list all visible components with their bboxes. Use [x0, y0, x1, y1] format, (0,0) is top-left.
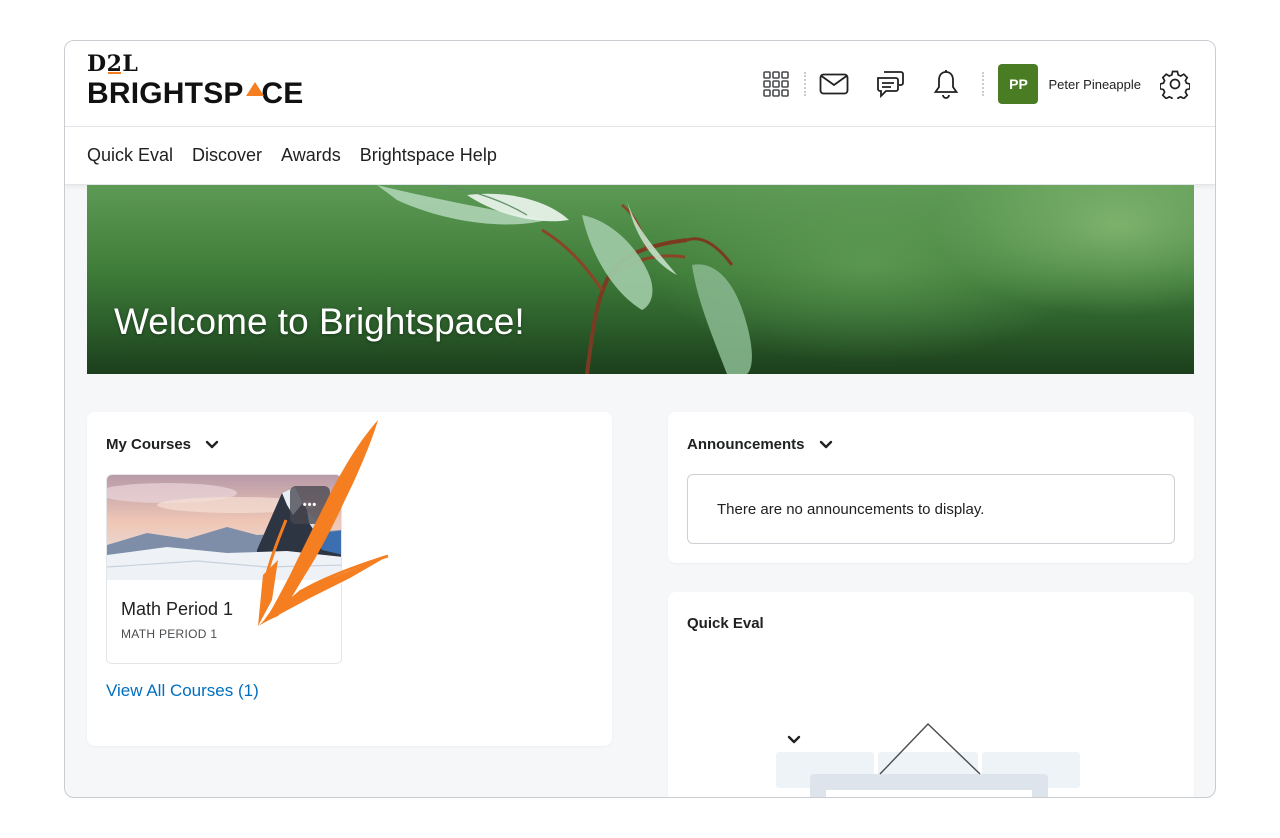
d2l-wordmark: D2L — [87, 53, 303, 75]
announcements-header: Announcements — [687, 436, 833, 453]
course-more-options-button[interactable]: ••• — [290, 486, 330, 524]
welcome-banner: Welcome to Brightspace! — [87, 185, 1194, 374]
my-courses-widget: My Courses ••• Math Period 1 MATH PERIOD… — [87, 412, 612, 746]
quick-eval-illustration — [776, 723, 1080, 797]
banner-title: Welcome to Brightspace! — [114, 301, 525, 342]
banner-plant-image — [377, 185, 752, 374]
toolbar-separator — [982, 72, 985, 96]
brightspace-logo[interactable]: D2L BRIGHTSP^CE — [87, 53, 303, 110]
top-header: D2L BRIGHTSP^CE — [65, 41, 1215, 127]
logo-letter: 2 — [106, 51, 123, 77]
quick-eval-header: Quick Eval — [687, 615, 801, 744]
view-all-courses-link[interactable]: View All Courses (1) — [106, 681, 259, 701]
course-card-math-period-1[interactable]: ••• Math Period 1 MATH PERIOD 1 — [106, 474, 342, 664]
main-nav: Quick Eval Discover Awards Brightspace H… — [65, 127, 1215, 185]
mail-icon[interactable] — [814, 64, 854, 104]
logo-text: CE — [261, 77, 304, 110]
user-name[interactable]: Peter Pineapple — [1048, 77, 1141, 92]
logo-text: BRIGHTSP — [87, 77, 244, 110]
gear-icon[interactable] — [1155, 64, 1195, 104]
chevron-down-icon[interactable] — [205, 440, 219, 449]
announcements-widget: Announcements There are no announcements… — [668, 412, 1194, 563]
quick-eval-widget: Quick Eval — [668, 592, 1194, 797]
quick-eval-heading: Quick Eval — [687, 615, 764, 632]
announcements-heading: Announcements — [687, 436, 805, 453]
course-title: Math Period 1 — [121, 599, 234, 619]
nav-discover[interactable]: Discover — [192, 145, 262, 166]
bell-icon[interactable] — [926, 64, 966, 104]
nav-quick-eval[interactable]: Quick Eval — [87, 145, 173, 166]
chevron-down-icon[interactable] — [819, 440, 833, 449]
announcements-empty-message: There are no announcements to display. — [687, 474, 1175, 544]
ellipsis-icon: ••• — [302, 499, 318, 511]
nav-awards[interactable]: Awards — [281, 145, 341, 166]
user-avatar[interactable]: PP — [998, 64, 1039, 104]
logo-letter: L — [122, 51, 139, 77]
my-courses-header: My Courses — [106, 436, 219, 453]
header-tools: PP Peter Pineapple — [756, 63, 1195, 105]
waffle-grid-icon[interactable] — [756, 64, 796, 104]
nav-brightspace-help[interactable]: Brightspace Help — [360, 145, 497, 166]
logo-a-mark: ^ — [244, 78, 264, 110]
browser-window: D2L BRIGHTSP^CE — [64, 40, 1216, 798]
toolbar-separator — [804, 72, 807, 96]
chat-icon[interactable] — [870, 64, 910, 104]
course-code: MATH PERIOD 1 — [121, 627, 218, 641]
logo-letter: D — [87, 51, 107, 77]
my-courses-heading: My Courses — [106, 436, 192, 453]
brightspace-wordmark: BRIGHTSP^CE — [87, 78, 303, 110]
